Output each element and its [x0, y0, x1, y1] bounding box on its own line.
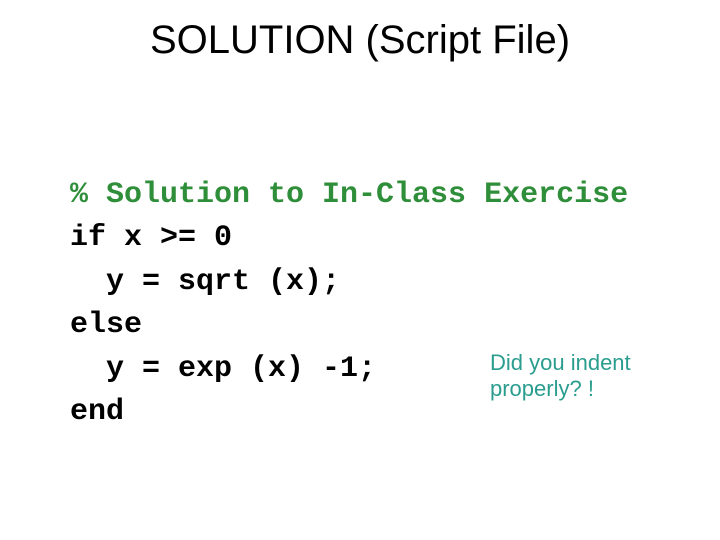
- code-line-else: else: [70, 308, 142, 342]
- slide: SOLUTION (Script File) % Solution to In-…: [0, 0, 720, 540]
- code-line-sqrt: y = sqrt (x);: [70, 265, 340, 299]
- code-line-end: end: [70, 395, 124, 429]
- code-line-exp: y = exp (x) -1;: [70, 352, 376, 386]
- code-line-if: if x >= 0: [70, 221, 232, 255]
- slide-title: SOLUTION (Script File): [0, 18, 720, 63]
- code-comment: % Solution to In-Class Exercise: [70, 178, 628, 212]
- indent-annotation: Did you indent properly? !: [490, 350, 690, 403]
